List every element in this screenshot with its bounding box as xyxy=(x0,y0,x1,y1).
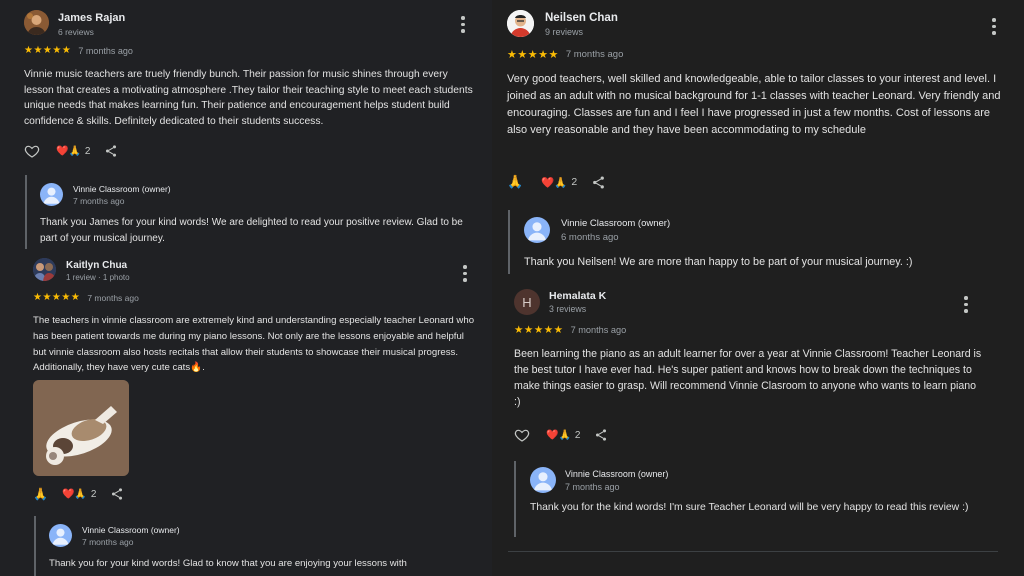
reviewer-avatar[interactable] xyxy=(507,10,534,37)
rating-row: ★★★★★ 7 months ago xyxy=(507,48,623,61)
reaction-emoji: ❤️🙏 xyxy=(56,145,81,157)
star-rating: ★★★★★ xyxy=(24,45,72,56)
reviewer-name[interactable]: James Rajan xyxy=(58,12,125,24)
reaction-summary[interactable]: ❤️🙏 2 xyxy=(62,489,96,500)
review-time: 7 months ago xyxy=(87,292,139,303)
share-button[interactable] xyxy=(591,175,606,190)
reaction-emoji: ❤️🙏 xyxy=(61,488,87,500)
reviewer-avatar[interactable]: H xyxy=(514,289,540,315)
share-icon xyxy=(594,428,608,442)
reviewer-meta: 1 review · 1 photo xyxy=(66,273,130,282)
owner-name: Vinnie Classroom (owner) xyxy=(82,525,180,535)
reaction-count: 2 xyxy=(90,488,97,500)
owner-reply-text: Thank you for your kind words! Glad to k… xyxy=(49,558,407,569)
owner-reply-time: 7 months ago xyxy=(565,482,620,492)
heart-icon xyxy=(514,427,530,443)
owner-avatar[interactable] xyxy=(524,217,550,243)
share-button[interactable] xyxy=(110,487,124,501)
rating-row: ★★★★★ 7 months ago xyxy=(24,45,133,56)
thanks-reaction-button[interactable]: 🙏 xyxy=(33,487,48,501)
reviewer-meta: 9 reviews xyxy=(545,27,584,37)
review-text: Very good teachers, well skilled and kno… xyxy=(507,73,1001,136)
review-photo-cat[interactable] xyxy=(33,380,129,476)
reviewer-avatar[interactable] xyxy=(33,258,56,281)
owner-reply: Vinnie Classroom (owner) 6 months ago Th… xyxy=(508,210,1008,274)
reviewer-name[interactable]: Kaitlyn Chua xyxy=(66,260,127,271)
reviewer-name[interactable]: Hemalata K xyxy=(549,290,606,302)
review-time: 7 months ago xyxy=(78,45,133,56)
owner-reply-time: 7 months ago xyxy=(82,537,134,547)
owner-avatar[interactable] xyxy=(40,183,63,206)
review-text: Been learning the piano as an adult lear… xyxy=(514,348,982,408)
reaction-summary[interactable]: ❤️🙏 2 xyxy=(541,176,577,189)
review-actions: ❤️🙏 2 xyxy=(514,427,608,443)
reaction-count: 2 xyxy=(571,176,578,188)
owner-reply: Vinnie Classroom (owner) 7 months ago Th… xyxy=(514,461,994,537)
star-rating: ★★★★★ xyxy=(33,292,81,303)
reaction-count: 2 xyxy=(574,429,581,441)
rating-row: ★★★★★ 7 months ago xyxy=(33,292,139,303)
reaction-emoji: ❤️🙏 xyxy=(546,429,571,441)
review-actions: 🙏 ❤️🙏 2 xyxy=(33,487,124,501)
star-rating: ★★★★★ xyxy=(507,49,559,61)
reviewer-avatar[interactable] xyxy=(24,10,49,35)
more-options-icon[interactable] xyxy=(460,16,466,33)
owner-avatar[interactable] xyxy=(49,524,72,547)
person-icon xyxy=(40,183,63,206)
reaction-count: 2 xyxy=(84,145,91,157)
more-options-icon[interactable] xyxy=(462,265,468,282)
review-time: 7 months ago xyxy=(565,49,624,60)
pray-icon: 🙏 xyxy=(507,174,524,189)
owner-reply-text: Thank you James for your kind words! We … xyxy=(40,217,463,244)
reviewer-name[interactable]: Neilsen Chan xyxy=(545,12,618,24)
share-icon xyxy=(591,175,606,190)
avatar-initial: H xyxy=(522,294,532,310)
owner-name: Vinnie Classroom (owner) xyxy=(561,218,671,229)
owner-name: Vinnie Classroom (owner) xyxy=(565,469,669,479)
share-icon xyxy=(104,144,118,158)
person-icon xyxy=(530,467,556,493)
thanks-reaction-button[interactable]: 🙏 xyxy=(507,174,523,190)
owner-avatar[interactable] xyxy=(530,467,556,493)
left-review-column: James Rajan 6 reviews ★★★★★ 7 months ago… xyxy=(0,0,492,576)
review-actions: ❤️🙏 2 xyxy=(24,143,118,159)
reviewer-meta: 3 reviews xyxy=(549,304,587,314)
reaction-summary[interactable]: ❤️🙏 2 xyxy=(546,430,580,441)
person-icon xyxy=(524,217,550,243)
reviewer-meta: 6 reviews xyxy=(58,27,94,37)
share-icon xyxy=(110,487,124,501)
reaction-summary[interactable]: ❤️🙏 2 xyxy=(56,146,90,157)
more-options-icon[interactable] xyxy=(963,296,969,313)
owner-reply: Vinnie Classroom (owner) 7 months ago Th… xyxy=(25,175,477,249)
right-review-column: Neilsen Chan 9 reviews ★★★★★ 7 months ag… xyxy=(492,0,1024,576)
owner-reply: Vinnie Classroom (owner) 7 months ago Th… xyxy=(34,516,477,576)
rating-row: ★★★★★ 7 months ago xyxy=(514,324,626,336)
heart-icon xyxy=(24,143,40,159)
review-time: 7 months ago xyxy=(570,325,627,335)
person-icon xyxy=(49,524,72,547)
owner-reply-text: Thank you for the kind words! I'm sure T… xyxy=(530,502,969,513)
review-text: Vinnie music teachers are truely friendl… xyxy=(24,69,473,127)
like-button[interactable] xyxy=(24,143,40,159)
like-button[interactable] xyxy=(514,427,530,443)
more-options-icon[interactable] xyxy=(991,18,997,35)
owner-name: Vinnie Classroom (owner) xyxy=(73,184,171,194)
owner-reply-text: Thank you Neilsen! We are more than happ… xyxy=(524,256,913,268)
share-button[interactable] xyxy=(594,428,608,442)
share-button[interactable] xyxy=(104,144,118,158)
pray-icon: 🙏 xyxy=(33,487,48,501)
owner-reply-time: 7 months ago xyxy=(73,196,125,206)
owner-reply-time: 6 months ago xyxy=(561,232,619,243)
reaction-emoji: ❤️🙏 xyxy=(541,176,568,189)
divider xyxy=(508,551,998,552)
star-rating: ★★★★★ xyxy=(514,324,564,336)
review-actions: 🙏 ❤️🙏 2 xyxy=(507,174,606,190)
review-text: The teachers in vinnie classroom are ext… xyxy=(33,315,475,374)
